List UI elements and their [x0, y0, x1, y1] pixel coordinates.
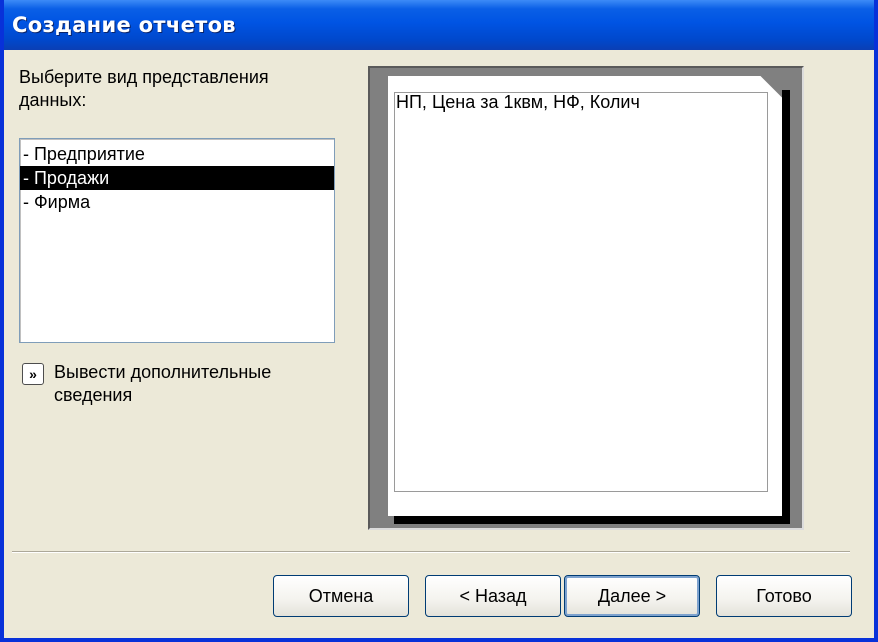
more-info-group: » Вывести дополнительные сведения — [22, 361, 314, 407]
next-button[interactable]: Далее > — [564, 575, 700, 617]
more-info-label: Вывести дополнительные сведения — [54, 362, 272, 405]
view-type-listbox[interactable]: - Предприятие - Продажи - Фирма — [19, 138, 335, 343]
back-button[interactable]: < Назад — [425, 575, 561, 617]
list-item-firma[interactable]: - Фирма — [20, 190, 334, 214]
window-title: Создание отчетов — [12, 13, 236, 37]
button-separator — [12, 551, 850, 553]
preview-content-area — [394, 92, 768, 492]
view-type-prompt: Выберите вид представления данных: — [19, 67, 269, 110]
double-chevron-right-icon: » — [29, 366, 37, 382]
preview-fields-text: НП, Цена за 1квм, НФ, Колич — [396, 92, 640, 112]
list-item-prodazhi[interactable]: - Продажи — [20, 166, 334, 190]
cancel-button[interactable]: Отмена — [273, 575, 409, 617]
title-bar[interactable]: Создание отчетов — [4, 0, 874, 50]
finish-button[interactable]: Готово — [716, 575, 852, 617]
list-item-predpriyatie[interactable]: - Предприятие — [20, 142, 334, 166]
more-info-button[interactable]: » — [22, 363, 44, 385]
